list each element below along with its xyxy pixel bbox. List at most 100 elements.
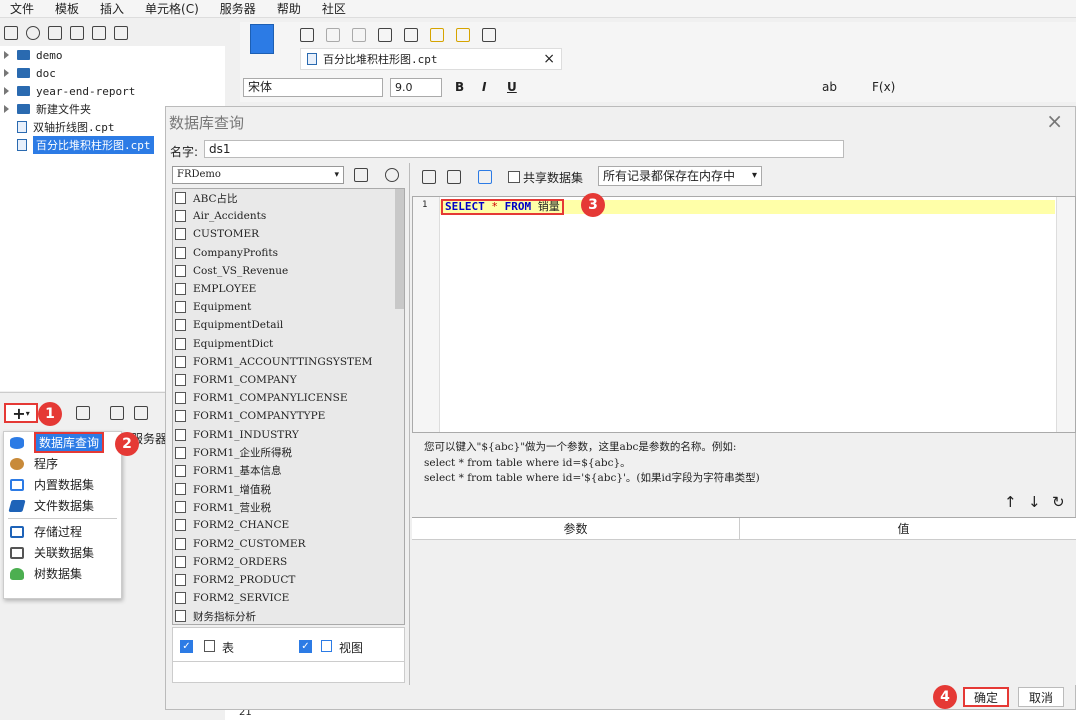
tree-folder-year-end-report[interactable]: year-end-report [0, 82, 225, 100]
tree-folder-doc[interactable]: doc [0, 64, 225, 82]
sql-editor[interactable]: 1 SELECT * FROM 销量 [412, 196, 1076, 433]
menu-template[interactable]: 模板 [55, 0, 90, 17]
close-tab-icon[interactable]: × [543, 51, 555, 67]
move-up-icon[interactable]: ↑ [1004, 493, 1017, 511]
menu-file-dataset[interactable]: 文件数据集 [4, 495, 121, 516]
formula-button[interactable]: F(x) [872, 80, 895, 94]
refresh-params-icon[interactable]: ↻ [1052, 493, 1065, 511]
embedded-dataset-icon [10, 478, 24, 491]
table-list-item[interactable]: FORM1_INDUSTRY [173, 425, 404, 443]
table-list-item[interactable]: Cost_VS_Revenue [173, 262, 404, 280]
table-list-item[interactable]: EquipmentDetail [173, 316, 404, 334]
menu-embedded-dataset[interactable]: 内置数据集 [4, 474, 121, 495]
table-list-item[interactable]: CompanyProfits [173, 244, 404, 262]
table-list-item[interactable]: Air_Accidents [173, 207, 404, 225]
menu-community[interactable]: 社区 [322, 0, 357, 17]
param-icon[interactable] [478, 170, 492, 184]
table-list-item[interactable]: FORM2_CHANCE [173, 516, 404, 534]
share-dataset-checkbox[interactable] [508, 171, 520, 183]
settings-icon[interactable] [70, 26, 84, 40]
table-list-item[interactable]: EMPLOYEE [173, 280, 404, 298]
sql-star: * [491, 200, 498, 213]
bold-button[interactable]: B [455, 80, 464, 94]
menu-db-query[interactable]: 数据库查询 [4, 432, 121, 453]
editor-tab[interactable]: 百分比堆积柱形图.cpt × [300, 48, 562, 70]
refresh-icon[interactable] [26, 26, 40, 40]
table-list-item[interactable]: Equipment [173, 298, 404, 316]
save-icon[interactable] [300, 28, 314, 42]
table-icon [175, 574, 186, 587]
cut-icon[interactable] [378, 28, 392, 42]
table-list-item[interactable]: FORM1_COMPANYTYPE [173, 407, 404, 425]
menu-help[interactable]: 帮助 [277, 0, 312, 17]
table-filter-checkbox[interactable]: ✓ [180, 640, 193, 653]
edit-connection-icon[interactable] [354, 168, 368, 182]
table-list-item[interactable]: CUSTOMER [173, 225, 404, 243]
new-folder-icon[interactable] [4, 26, 18, 40]
table-list-item[interactable]: FORM1_基本信息 [173, 462, 404, 480]
undo-icon[interactable] [326, 28, 340, 42]
table-list-scrollbar[interactable] [395, 189, 404, 309]
menu-insert[interactable]: 插入 [100, 0, 135, 17]
delete-dataset-icon[interactable] [76, 406, 90, 420]
menu-program[interactable]: 程序 [4, 453, 121, 474]
redo-icon[interactable] [352, 28, 366, 42]
add-dataset-button[interactable]: + ▾ [4, 403, 38, 423]
table-list-item[interactable]: FORM1_企业所得税 [173, 444, 404, 462]
memory-mode-select[interactable]: 所有记录都保存在内存中 ▾ [598, 166, 762, 186]
menu-cell[interactable]: 单元格(C) [145, 0, 210, 17]
menu-tree-dataset[interactable]: 树数据集 [4, 563, 121, 584]
preview-sql-icon[interactable] [422, 170, 436, 184]
menu-file[interactable]: 文件 [10, 0, 45, 17]
text-format-button[interactable]: ab [822, 80, 837, 94]
view-filter-checkbox[interactable]: ✓ [299, 640, 312, 653]
move-down-icon[interactable]: ↓ [1028, 493, 1041, 511]
table-list-item[interactable]: ABC占比 [173, 189, 404, 207]
table-list-item[interactable]: FORM1_COMPANY [173, 371, 404, 389]
table-list-item[interactable]: FORM2_SERVICE [173, 589, 404, 607]
menu-stored-procedure[interactable]: 存储过程 [4, 521, 121, 542]
table-list-item[interactable]: FORM2_CUSTOMER [173, 535, 404, 553]
line-number: 1 [422, 200, 428, 210]
preview-icon[interactable] [482, 28, 496, 42]
sql-statement[interactable]: SELECT * FROM 销量 [441, 199, 564, 215]
sql-scrollbar[interactable] [1056, 197, 1075, 432]
name-input[interactable]: ds1 [204, 140, 844, 158]
copy-icon[interactable] [404, 28, 418, 42]
refresh-icon[interactable] [385, 168, 399, 182]
expand-arrow-icon[interactable] [4, 69, 9, 77]
copy-icon[interactable] [114, 26, 128, 40]
font-size-select[interactable]: 9.0 [390, 78, 442, 97]
design-mode-icon[interactable] [250, 24, 274, 54]
table-name: ABC占比 [193, 192, 238, 205]
preview-dataset-icon[interactable] [110, 406, 124, 420]
table-list-item[interactable]: FORM1_COMPANYLICENSE [173, 389, 404, 407]
table-list-item[interactable]: 财务指标分析 [173, 607, 404, 624]
table-list-item[interactable]: FORM1_营业税 [173, 498, 404, 516]
expand-arrow-icon[interactable] [4, 87, 9, 95]
menu-joined-dataset[interactable]: 关联数据集 [4, 542, 121, 563]
table-list-item[interactable]: FORM1_增值税 [173, 480, 404, 498]
underline-button[interactable]: U [507, 80, 517, 94]
edit-dataset-icon[interactable] [134, 406, 148, 420]
table-list-item[interactable]: FORM1_ACCOUNTTINGSYSTEM [173, 353, 404, 371]
table-list-item[interactable]: FORM2_ORDERS [173, 553, 404, 571]
cancel-button[interactable]: 取消 [1018, 687, 1064, 707]
italic-button[interactable]: I [482, 80, 486, 94]
menu-server[interactable]: 服务器 [220, 0, 267, 17]
table-list-item[interactable]: EquipmentDict [173, 335, 404, 353]
expand-arrow-icon[interactable] [4, 51, 9, 59]
ok-button[interactable]: 确定 [963, 687, 1009, 707]
paste-icon[interactable] [430, 28, 444, 42]
pane-divider[interactable] [409, 163, 410, 685]
format-brush-icon[interactable] [456, 28, 470, 42]
expand-arrow-icon[interactable] [4, 105, 9, 113]
close-icon[interactable]: × [1046, 109, 1063, 133]
open-icon[interactable] [48, 26, 62, 40]
delete-icon[interactable] [92, 26, 106, 40]
tree-folder-demo[interactable]: demo [0, 46, 225, 64]
connection-select[interactable]: FRDemo ▾ [172, 166, 344, 184]
sql-save-icon[interactable] [447, 170, 461, 184]
table-list-item[interactable]: FORM2_PRODUCT [173, 571, 404, 589]
font-family-select[interactable]: 宋体 [243, 78, 383, 97]
